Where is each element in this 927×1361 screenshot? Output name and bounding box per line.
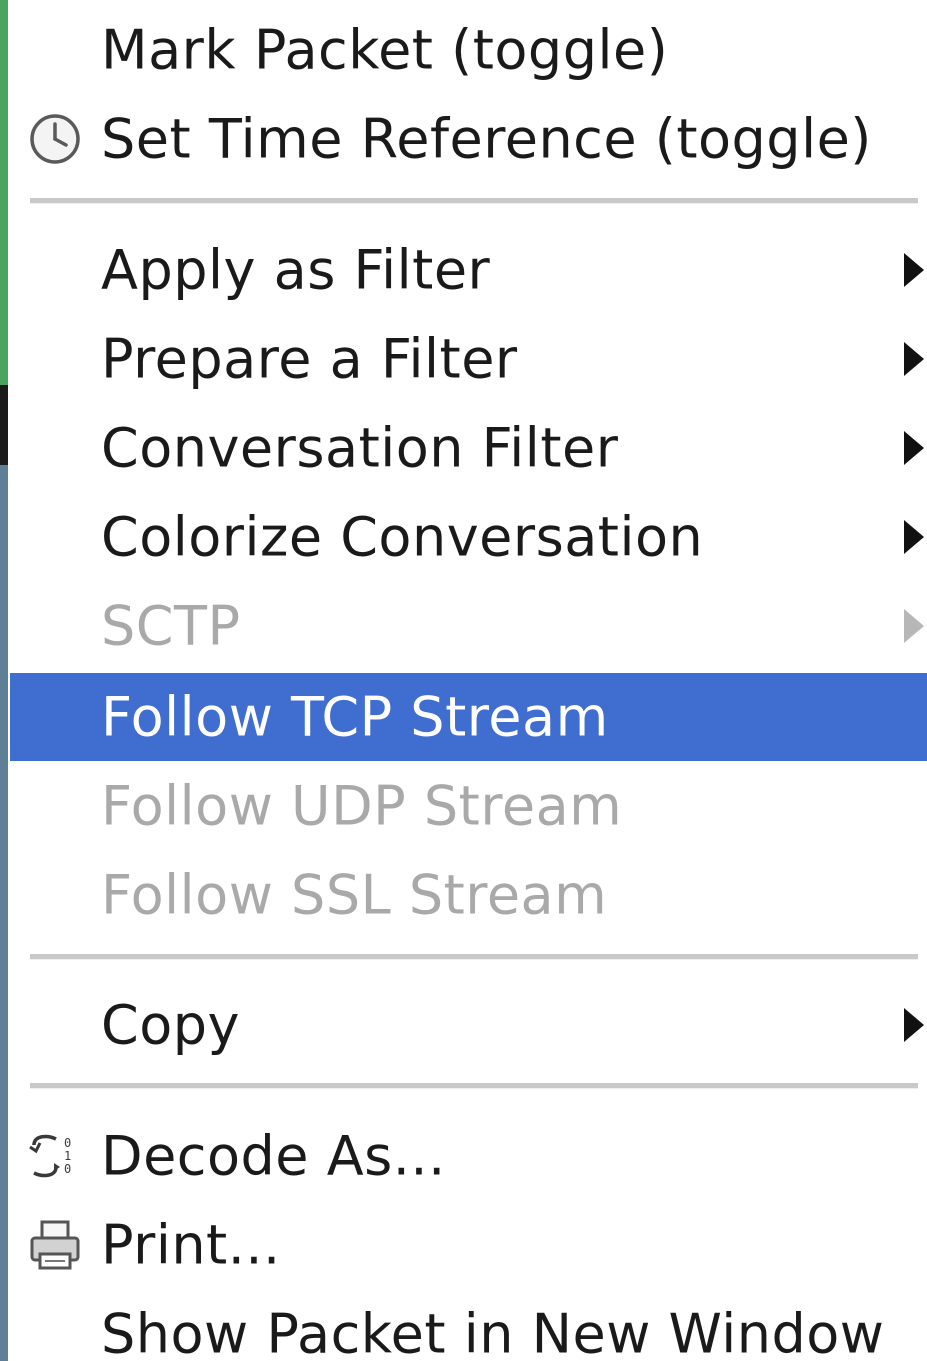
menu-item-label: Decode As... (101, 1124, 446, 1188)
menu-item-sctp[interactable]: SCTP (10, 582, 927, 670)
background-window-edge-green (0, 0, 8, 385)
decode-as-icon: 0 1 0 (26, 1127, 84, 1185)
menu-item-label: SCTP (101, 594, 241, 658)
svg-text:0: 0 (64, 1162, 71, 1176)
submenu-arrow-icon (904, 253, 924, 287)
submenu-arrow-icon (904, 1008, 924, 1042)
submenu-arrow-icon (904, 609, 924, 643)
menu-item-label: Prepare a Filter (101, 327, 518, 391)
menu-item-decode-as[interactable]: 0 1 0 Decode As... (10, 1112, 927, 1200)
submenu-arrow-icon (904, 520, 924, 554)
submenu-arrow-icon (904, 342, 924, 376)
menu-separator (30, 954, 918, 960)
menu-item-apply-as-filter[interactable]: Apply as Filter (10, 226, 927, 314)
menu-separator (30, 1083, 918, 1089)
background-window-edge-dark (0, 385, 8, 465)
menu-item-label: Colorize Conversation (101, 505, 704, 569)
menu-item-colorize-conversation[interactable]: Colorize Conversation (10, 493, 927, 581)
menu-item-label: Follow SSL Stream (101, 863, 608, 927)
submenu-arrow-icon (904, 431, 924, 465)
menu-item-label: Follow TCP Stream (101, 685, 609, 749)
svg-text:0: 0 (64, 1136, 71, 1150)
printer-icon (26, 1216, 84, 1274)
menu-item-label: Set Time Reference (toggle) (101, 107, 872, 171)
menu-item-label: Show Packet in New Window (101, 1302, 885, 1361)
menu-item-label: Copy (101, 993, 240, 1057)
menu-item-mark-packet[interactable]: Mark Packet (toggle) (10, 6, 927, 94)
menu-separator (30, 198, 918, 204)
clock-icon (26, 110, 84, 168)
context-menu-screen: Mark Packet (toggle) Set Time Reference … (0, 0, 927, 1361)
menu-item-show-packet-in-new-window[interactable]: Show Packet in New Window (10, 1290, 927, 1361)
menu-item-label: Print... (101, 1213, 281, 1277)
menu-item-follow-tcp-stream[interactable]: Follow TCP Stream (10, 673, 927, 761)
menu-item-copy[interactable]: Copy (10, 981, 927, 1069)
menu-item-print[interactable]: Print... (10, 1201, 927, 1289)
menu-item-conversation-filter[interactable]: Conversation Filter (10, 404, 927, 492)
menu-item-label: Conversation Filter (101, 416, 619, 480)
menu-item-follow-udp-stream[interactable]: Follow UDP Stream (10, 762, 927, 850)
menu-item-label: Follow UDP Stream (101, 774, 623, 838)
background-window-edge (0, 0, 8, 1361)
packet-context-menu: Mark Packet (toggle) Set Time Reference … (10, 0, 927, 1361)
menu-item-follow-ssl-stream[interactable]: Follow SSL Stream (10, 851, 927, 939)
menu-item-label: Mark Packet (toggle) (101, 18, 669, 82)
menu-item-prepare-a-filter[interactable]: Prepare a Filter (10, 315, 927, 403)
svg-text:1: 1 (64, 1149, 71, 1163)
menu-item-set-time-reference[interactable]: Set Time Reference (toggle) (10, 95, 927, 183)
menu-item-label: Apply as Filter (101, 238, 491, 302)
